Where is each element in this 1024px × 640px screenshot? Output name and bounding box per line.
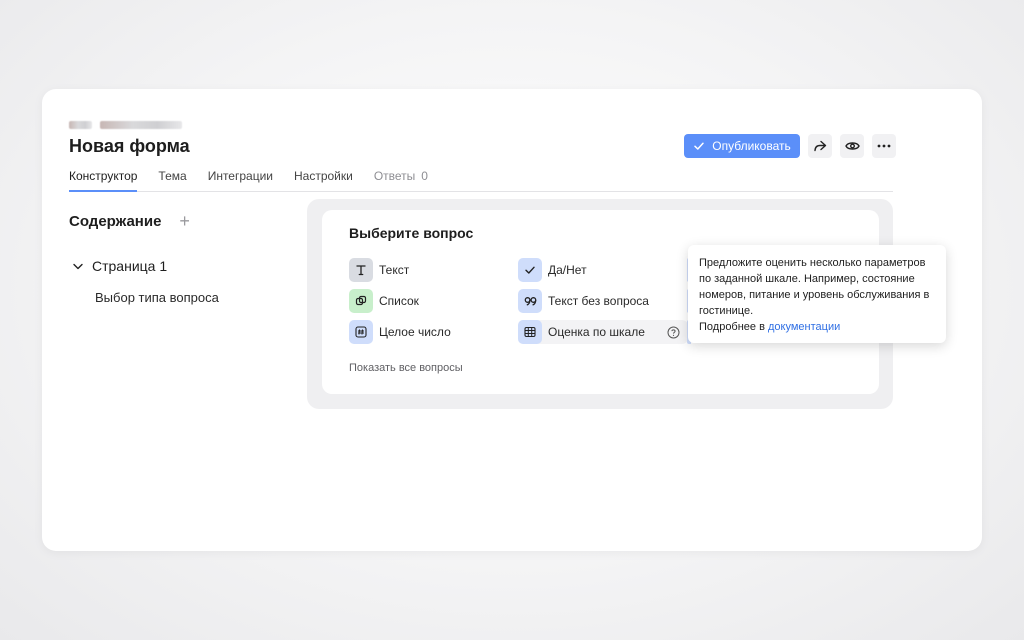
share-button[interactable] — [808, 134, 832, 158]
tab-settings[interactable]: Настройки — [294, 169, 353, 191]
grid-table-icon — [518, 320, 542, 344]
question-type-label: Целое число — [379, 325, 451, 339]
question-type-list[interactable]: Список — [349, 289, 419, 313]
question-type-yes-no[interactable]: Да/Нет — [518, 258, 587, 282]
question-type-scale-rating[interactable]: Оценка по шкале — [518, 320, 688, 344]
hash-icon — [349, 320, 373, 344]
tab-bar: Конструктор Тема Интеграции Настройки От… — [69, 169, 893, 192]
question-type-text[interactable]: Текст — [349, 258, 409, 282]
eye-icon — [844, 142, 860, 150]
tooltip-more-prefix: Подробнее в — [699, 321, 769, 333]
question-help-icon[interactable] — [667, 326, 680, 339]
share-icon — [814, 140, 827, 152]
sidebar-page-item[interactable]: Страница 1 — [73, 258, 167, 274]
breadcrumb-blurred-segment — [69, 121, 92, 129]
publish-label: Опубликовать — [712, 139, 791, 153]
question-type-label: Список — [379, 294, 419, 308]
picker-title: Выберите вопрос — [349, 225, 474, 241]
question-type-label: Текст без вопроса — [548, 294, 649, 308]
list-copy-icon — [349, 289, 373, 313]
quote-icon — [518, 289, 542, 313]
check-icon — [518, 258, 542, 282]
chevron-down-icon[interactable] — [73, 263, 83, 270]
breadcrumb[interactable] — [69, 121, 182, 130]
page-title: Новая форма — [69, 136, 190, 156]
show-all-questions-link[interactable]: Показать все вопросы — [349, 362, 463, 374]
tab-answers[interactable]: Ответы 0 — [374, 169, 428, 191]
question-type-label: Текст — [379, 263, 410, 277]
tab-integrations[interactable]: Интеграции — [208, 169, 273, 191]
answers-count: 0 — [421, 169, 428, 183]
publish-button[interactable]: Опубликовать — [684, 134, 800, 158]
more-dots-icon — [877, 144, 891, 148]
documentation-link[interactable]: документации — [768, 321, 840, 333]
preview-button[interactable] — [840, 134, 864, 158]
tab-theme[interactable]: Тема — [158, 169, 186, 191]
tab-answers-label: Ответы — [373, 169, 416, 183]
sidebar-question-item[interactable]: Выбор типа вопроса — [95, 290, 219, 305]
text-t-icon — [349, 258, 373, 282]
question-type-label: Оценка по шкале — [548, 325, 645, 339]
check-icon — [694, 142, 705, 150]
sidebar-heading: Содержание — [69, 212, 162, 230]
question-type-text-no-question[interactable]: Текст без вопроса — [518, 289, 649, 313]
breadcrumb-blurred-segment — [100, 121, 182, 129]
add-page-button[interactable]: + — [179, 212, 190, 230]
help-tooltip: Предложите оценить несколько параметров … — [688, 245, 946, 343]
question-type-label: Да/Нет — [548, 263, 587, 277]
more-button[interactable] — [872, 134, 896, 158]
tooltip-text: Предложите оценить несколько параметров … — [699, 257, 930, 317]
toolbar: Опубликовать — [684, 134, 896, 158]
question-type-integer[interactable]: Целое число — [349, 320, 451, 344]
sidebar-header: Содержание + — [69, 212, 190, 230]
tab-constructor[interactable]: Конструктор — [69, 169, 138, 192]
page-label: Страница 1 — [92, 258, 168, 274]
